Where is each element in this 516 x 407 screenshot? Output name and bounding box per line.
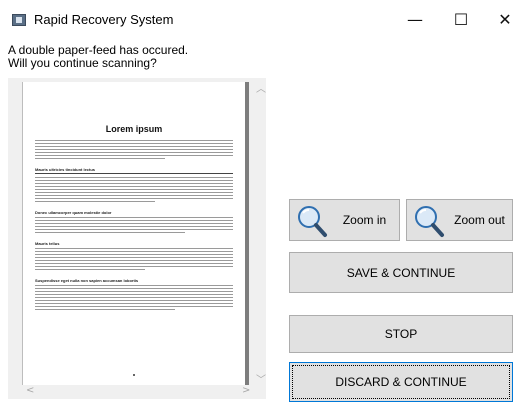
text-line [35, 300, 233, 301]
app-icon [12, 14, 26, 26]
text-line [35, 257, 233, 258]
close-button[interactable]: ✕ [490, 8, 516, 32]
text-line [35, 309, 175, 310]
stop-button[interactable]: STOP [289, 315, 513, 353]
discard-continue-button[interactable]: DISCARD & CONTINUE [289, 362, 513, 402]
text-line [35, 177, 233, 178]
prompt-message: A double paper-feed has occured. Will yo… [8, 44, 188, 70]
zoom-out-button[interactable]: Zoom out [406, 199, 513, 241]
title-bar: Rapid Recovery System — ☐ ✕ [0, 0, 516, 40]
text-line [35, 306, 233, 307]
text-line [35, 192, 233, 193]
text-line [35, 140, 233, 141]
vertical-scrollbar[interactable]: ︿ ﹀ [254, 78, 266, 386]
document-title: Lorem ipsum [105, 124, 163, 134]
page-number-mark [133, 374, 135, 376]
save-continue-button[interactable]: SAVE & CONTINUE [289, 252, 513, 293]
minimize-button[interactable]: — [400, 8, 430, 32]
text-line [35, 158, 165, 159]
text-line [35, 263, 233, 264]
section-heading: Mauris ultricies tincidunt lectus [35, 167, 96, 172]
text-line [35, 149, 233, 150]
zoom-in-button[interactable]: Zoom in [289, 199, 400, 241]
text-line [35, 303, 233, 304]
scroll-down-icon[interactable]: ﹀ [256, 371, 266, 386]
magnifier-minus-icon [415, 206, 444, 237]
zoom-in-label: Zoom in [342, 213, 387, 227]
zoom-out-label: Zoom out [454, 213, 505, 227]
discard-continue-label: DISCARD & CONTINUE [335, 375, 467, 389]
stop-label: STOP [384, 327, 418, 341]
text-line [35, 155, 233, 156]
text-line [35, 251, 233, 252]
text-line [35, 195, 233, 196]
text-line [35, 288, 233, 289]
text-line [35, 291, 233, 292]
text-line [35, 269, 145, 270]
text-line [35, 285, 233, 286]
text-line [35, 180, 233, 181]
prompt-line-2: Will you continue scanning? [8, 56, 157, 70]
text-line [35, 229, 233, 230]
document-preview[interactable]: Lorem ipsum Mauris ultricies tincidunt l… [8, 78, 266, 399]
text-line [35, 198, 233, 199]
text-line [35, 294, 233, 295]
text-line [35, 183, 233, 184]
text-line [35, 143, 233, 144]
magnifier-plus-icon [298, 206, 327, 237]
text-line [35, 189, 233, 190]
text-line [35, 217, 233, 218]
text-line [35, 297, 233, 298]
save-continue-label: SAVE & CONTINUE [346, 265, 456, 280]
section-heading: Mauris tellus [35, 241, 60, 246]
section-heading: Suspendisse eget nulla non sapien accums… [35, 278, 139, 283]
scroll-up-icon[interactable]: ︿ [256, 80, 266, 95]
scroll-left-icon[interactable]: < [26, 385, 34, 396]
text-line [35, 260, 233, 261]
text-line [35, 223, 233, 224]
text-line [35, 220, 233, 221]
text-line [35, 152, 233, 153]
horizontal-scrollbar[interactable]: < > [8, 385, 254, 399]
maximize-button[interactable]: ☐ [446, 8, 476, 32]
text-line [35, 232, 185, 233]
text-line [35, 248, 233, 249]
text-line [35, 186, 233, 187]
text-line [35, 146, 233, 147]
scroll-right-icon[interactable]: > [242, 385, 250, 396]
section-heading: Donec ullamcorper quam molestie dolor [35, 210, 112, 215]
text-line [35, 226, 233, 227]
section-rule [35, 173, 233, 174]
scanned-page: Lorem ipsum Mauris ultricies tincidunt l… [22, 82, 249, 385]
window-title: Rapid Recovery System [34, 12, 174, 27]
text-line [35, 266, 233, 267]
text-line [35, 201, 155, 202]
text-line [35, 254, 233, 255]
